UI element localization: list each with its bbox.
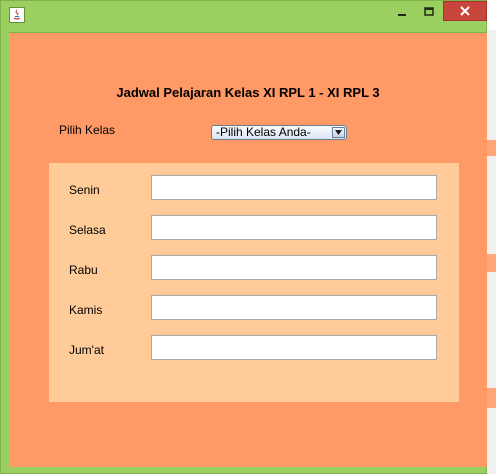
schedule-panel: Senin Selasa Rabu Kamis Jum'at [49,163,459,402]
close-button[interactable] [443,1,487,21]
background-window-strip [486,388,496,408]
chevron-down-icon[interactable] [332,127,345,138]
java-app-icon[interactable] [9,7,25,23]
day-label-jumat: Jum'at [69,343,104,357]
minimize-button[interactable] [389,1,415,23]
jumat-field[interactable] [151,335,437,360]
day-label-kamis: Kamis [69,303,103,317]
close-icon [460,6,470,16]
content-pane: Jadwal Pelajaran Kelas XI RPL 1 - XI RPL… [9,32,487,467]
kamis-field[interactable] [151,295,437,320]
rabu-field[interactable] [151,255,437,280]
background-window-strip [486,140,496,156]
selasa-field[interactable] [151,215,437,240]
day-label-rabu: Rabu [69,263,98,277]
day-label-senin: Senin [69,183,100,197]
maximize-icon [424,7,434,16]
class-select-label: Pilih Kelas [59,123,116,137]
background-window-strip [486,254,496,272]
class-select-value: -Pilih Kelas Anda- [216,125,311,139]
senin-field[interactable] [151,175,437,200]
minimize-icon [398,14,406,16]
page-title: Jadwal Pelajaran Kelas XI RPL 1 - XI RPL… [116,85,380,100]
day-label-selasa: Selasa [69,223,106,237]
class-select-dropdown[interactable]: -Pilih Kelas Anda- [211,125,347,140]
maximize-button[interactable] [415,1,443,23]
app-window: Jadwal Pelajaran Kelas XI RPL 1 - XI RPL… [0,0,487,474]
title-bar[interactable] [1,1,487,31]
